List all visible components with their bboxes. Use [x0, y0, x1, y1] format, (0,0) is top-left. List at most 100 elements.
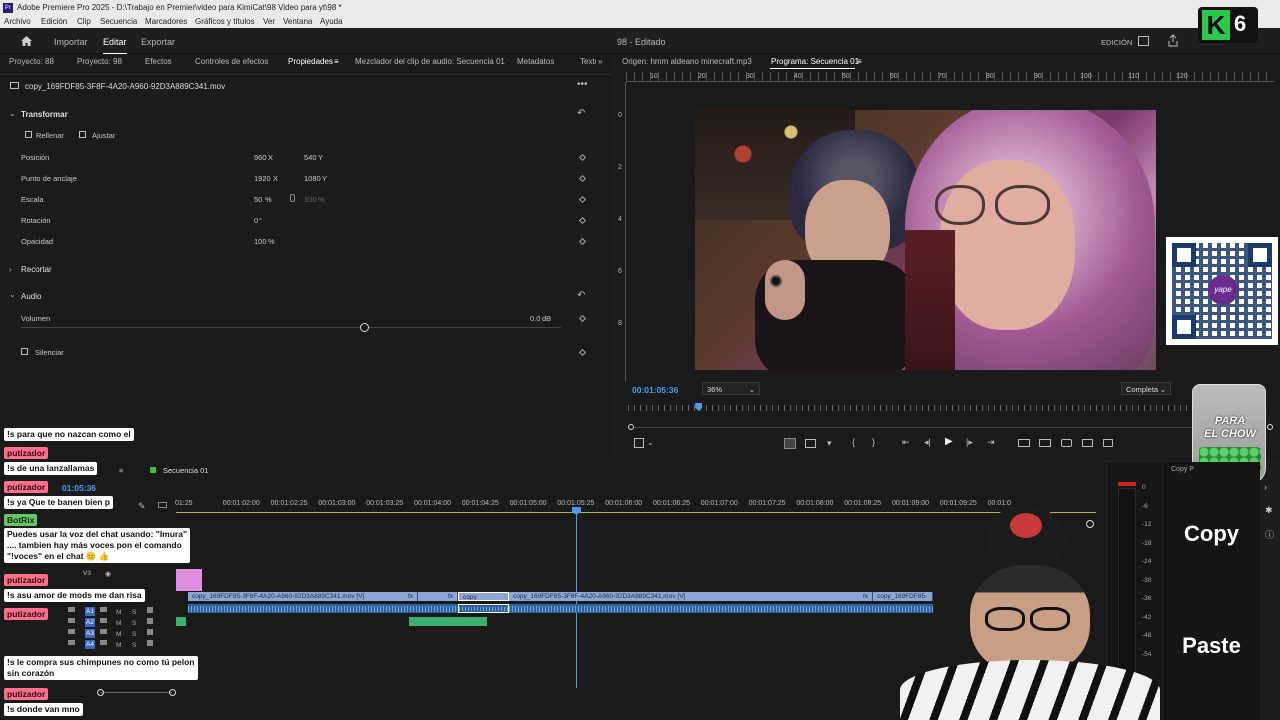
chevron-down-icon[interactable]: ⌄ [9, 290, 16, 299]
track-label-a1[interactable]: A1 [85, 607, 95, 616]
volume-slider-handle[interactable] [360, 323, 369, 332]
transform-header[interactable]: Transformar [21, 110, 68, 119]
chevron-right-icon[interactable]: › [1264, 482, 1267, 492]
program-timecode[interactable]: 00:01:05:36 [632, 385, 678, 395]
sync-icons[interactable] [100, 607, 107, 649]
mute-checkbox[interactable] [21, 348, 28, 355]
tab-efectos[interactable]: Efectos [145, 57, 172, 66]
tab-program[interactable]: Programa: Secuencia 01 [771, 57, 859, 66]
menu-edicion[interactable]: Edición [41, 17, 67, 26]
keyframe-scale-icon[interactable] [578, 195, 587, 204]
play-icon[interactable]: ▶ [945, 436, 953, 447]
chevron-right-icon[interactable]: › [9, 265, 12, 274]
menu-clip[interactable]: Clip [77, 17, 91, 26]
audio-header[interactable]: Audio [21, 292, 41, 301]
video-clip-selected[interactable]: copy_ [458, 592, 509, 601]
timeline-hscroll[interactable] [100, 692, 172, 693]
tab-source[interactable]: Origen: hmm aldeano minecraft.mp3 [622, 57, 752, 66]
tab-editar[interactable]: Editar [103, 37, 127, 55]
crop-header[interactable]: Recortar [21, 265, 52, 274]
comparison-view-icon[interactable] [805, 439, 816, 448]
chevron-down-icon[interactable]: ⌄ [647, 438, 654, 447]
button-editor-icon[interactable] [1082, 439, 1093, 447]
anchor-y-value[interactable]: 1080 [304, 174, 321, 183]
tab-importar[interactable]: Importar [54, 37, 88, 47]
more-options-icon[interactable]: ••• [577, 79, 588, 90]
scroll-end-handle[interactable] [1267, 424, 1273, 430]
solo-s-icons[interactable]: SSSS [132, 607, 140, 649]
opacity-value[interactable]: 100 [254, 237, 267, 246]
menu-marcadores[interactable]: Marcadores [145, 17, 187, 26]
extract-icon[interactable] [1039, 439, 1051, 447]
wrench-icon[interactable]: ✎ [138, 501, 146, 512]
keyframe-mute-icon[interactable] [578, 348, 587, 357]
share-icon[interactable] [1167, 34, 1179, 47]
gear-icon[interactable]: ✱ [1265, 505, 1273, 516]
hscroll-left-handle[interactable] [97, 689, 104, 696]
tab-menu-icon[interactable]: ≡ [334, 57, 339, 66]
copy-button[interactable]: Copy [1163, 521, 1260, 547]
volume-value[interactable]: 0.0 [530, 314, 540, 323]
safe-margins-icon[interactable] [784, 438, 796, 449]
audio-clip-green[interactable] [176, 617, 186, 626]
fill-icon[interactable] [25, 131, 32, 138]
monitor-scrollbar[interactable] [634, 427, 1194, 428]
video-clip[interactable]: fx [418, 592, 458, 601]
mute-m-icons[interactable]: MMMM [116, 607, 124, 649]
menu-ayuda[interactable]: Ayuda [320, 17, 343, 26]
tab-metadatos[interactable]: Metadatos [517, 57, 554, 66]
anchor-x-value[interactable]: 1920 [254, 174, 271, 183]
tab-exportar[interactable]: Exportar [141, 37, 175, 47]
workspace-mode[interactable]: EDICIÓN [1101, 38, 1132, 47]
rotation-value[interactable]: 0 [254, 216, 258, 225]
mark-in-icon[interactable]: { [852, 437, 855, 447]
keyframe-anchor-icon[interactable] [578, 174, 587, 183]
tab-proyecto-88[interactable]: Proyecto: 88 [9, 57, 54, 66]
menu-ver[interactable]: Ver [263, 17, 275, 26]
lock-icons[interactable] [68, 607, 75, 649]
tab-propiedades[interactable]: Propiedades [288, 57, 333, 66]
pink-clip[interactable] [176, 569, 202, 591]
keyframe-rotation-icon[interactable] [578, 216, 587, 225]
track-label-v3[interactable]: V3 [83, 570, 91, 577]
fill-label[interactable]: Rellenar [36, 131, 64, 140]
hscroll-right-handle[interactable] [169, 689, 176, 696]
scale-value[interactable]: 50 [254, 195, 262, 204]
link-icon[interactable] [290, 194, 295, 202]
reset-transform-icon[interactable]: ↶ [577, 108, 585, 119]
audio-clip[interactable] [509, 604, 933, 613]
keyframe-opacity-icon[interactable] [578, 237, 587, 246]
quality-select[interactable]: Completa ⌄ [1121, 382, 1171, 395]
menu-secuencia[interactable]: Secuencia [100, 17, 137, 26]
info-icon[interactable]: ⓘ [1265, 528, 1274, 541]
sequence-menu-icon[interactable]: ≡ [119, 466, 123, 475]
fit-label[interactable]: Ajustar [92, 131, 115, 140]
timeline-timecode[interactable]: 01:05:36 [62, 483, 96, 493]
paste-button[interactable]: Paste [1163, 633, 1260, 659]
track-label-a3[interactable]: A3 [85, 629, 95, 638]
eye-icon[interactable]: ◉ [105, 570, 111, 578]
sequence-tab[interactable]: Secuencia 01 [163, 466, 208, 475]
audio-clip-green[interactable] [409, 617, 487, 626]
tab-mezclador[interactable]: Mezclador del clip de audio: Secuencia 0… [355, 57, 505, 66]
vr-icon[interactable] [1103, 439, 1113, 447]
track-label-a4[interactable]: A4 [85, 640, 95, 649]
reset-audio-icon[interactable]: ↶ [577, 290, 585, 301]
tab-texto[interactable]: Texto [580, 57, 596, 66]
mic-icons[interactable] [147, 607, 153, 649]
menu-ventana[interactable]: Ventana [283, 17, 312, 26]
export-frame-icon[interactable] [1061, 439, 1072, 447]
keyframe-volume-icon[interactable] [578, 314, 587, 323]
tab-proyecto-98[interactable]: Proyecto: 98 [77, 57, 122, 66]
video-clip[interactable]: copy_169FDF85-3F8F-4A20-A960-92D3A889C34… [509, 592, 873, 601]
marker-icon[interactable]: ▾ [827, 438, 832, 449]
fit-icon[interactable] [79, 131, 86, 138]
lift-icon[interactable] [1018, 439, 1030, 447]
audio-clip[interactable] [188, 604, 458, 613]
step-forward-icon[interactable]: |▸ [966, 437, 973, 448]
caption-icon[interactable] [158, 502, 167, 508]
zoom-select[interactable]: 36% ⌄ [702, 382, 760, 395]
mark-out-icon[interactable]: } [872, 437, 875, 447]
more-tabs-icon[interactable]: » [598, 57, 602, 66]
video-frame[interactable] [695, 110, 1156, 370]
